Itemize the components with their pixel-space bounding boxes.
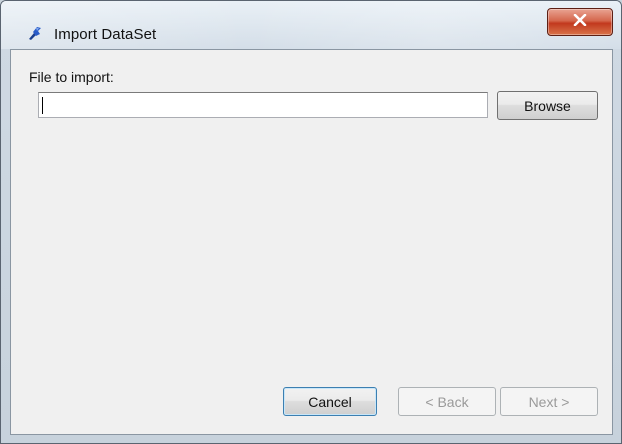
back-button[interactable]: < Back [398, 387, 496, 416]
import-wizard-icon [27, 25, 43, 41]
import-dataset-window: Import DataSet File to import: Browse Ca… [0, 0, 622, 444]
close-icon [573, 13, 587, 31]
cancel-button[interactable]: Cancel [283, 387, 377, 416]
window-title: Import DataSet [54, 26, 157, 43]
browse-button[interactable]: Browse [497, 91, 598, 120]
close-button[interactable] [547, 8, 613, 36]
file-to-import-label: File to import: [29, 69, 114, 85]
file-path-input[interactable] [38, 92, 488, 118]
title-bar[interactable]: Import DataSet [1, 1, 621, 49]
next-button[interactable]: Next > [500, 387, 598, 416]
text-cursor [42, 97, 43, 114]
